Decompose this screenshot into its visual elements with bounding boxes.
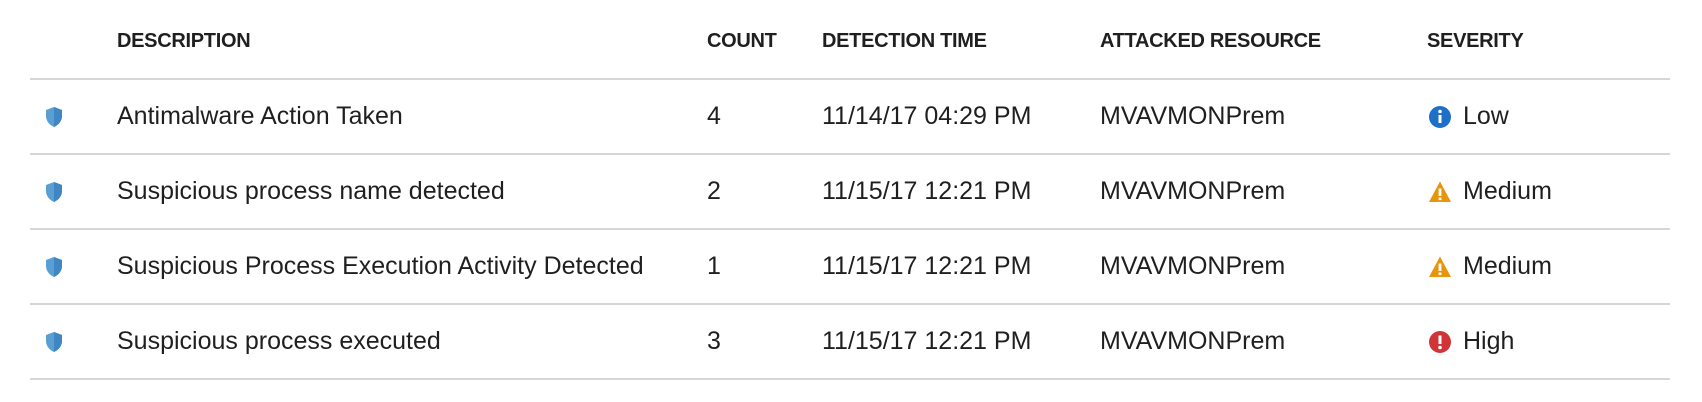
alert-detection-time: 11/15/17 12:21 PM bbox=[822, 177, 1032, 205]
table-row[interactable]: Suspicious Process Execution Activity De… bbox=[30, 230, 1670, 305]
column-header-attacked-resource[interactable]: ATTACKED RESOURCE bbox=[1100, 0, 1321, 78]
table-header: DESCRIPTION COUNT DETECTION TIME ATTACKE… bbox=[30, 0, 1670, 80]
alerts-table: DESCRIPTION COUNT DETECTION TIME ATTACKE… bbox=[30, 0, 1670, 380]
alert-attacked-resource: MVAVMONPrem bbox=[1100, 252, 1286, 280]
shield-icon bbox=[45, 230, 73, 303]
alert-detection-time: 11/14/17 04:29 PM bbox=[822, 102, 1032, 130]
warning-icon bbox=[1427, 254, 1453, 280]
alert-attacked-resource: MVAVMONPrem bbox=[1100, 177, 1286, 205]
alert-attacked-resource: MVAVMONPrem bbox=[1100, 102, 1286, 130]
alert-description: Suspicious Process Execution Activity De… bbox=[117, 252, 644, 280]
error-icon bbox=[1427, 329, 1453, 355]
severity-label: Medium bbox=[1463, 252, 1552, 280]
alert-description: Suspicious process name detected bbox=[117, 177, 505, 205]
shield-icon bbox=[45, 305, 73, 378]
table-row[interactable]: Suspicious process executed 3 11/15/17 1… bbox=[30, 305, 1670, 380]
alert-description: Suspicious process executed bbox=[117, 327, 441, 355]
alert-severity: Low bbox=[1427, 80, 1509, 153]
alert-attacked-resource: MVAVMONPrem bbox=[1100, 327, 1286, 355]
table-row[interactable]: Suspicious process name detected 2 11/15… bbox=[30, 155, 1670, 230]
alert-count: 4 bbox=[707, 102, 721, 130]
shield-icon bbox=[45, 155, 73, 228]
severity-label: High bbox=[1463, 327, 1515, 355]
alert-count: 2 bbox=[707, 177, 721, 205]
alert-count: 3 bbox=[707, 327, 721, 355]
alert-detection-time: 11/15/17 12:21 PM bbox=[822, 327, 1032, 355]
info-icon bbox=[1427, 104, 1453, 130]
alert-detection-time: 11/15/17 12:21 PM bbox=[822, 252, 1032, 280]
severity-label: Low bbox=[1463, 102, 1509, 130]
column-header-count[interactable]: COUNT bbox=[707, 0, 777, 78]
alert-description: Antimalware Action Taken bbox=[117, 102, 403, 130]
alert-count: 1 bbox=[707, 252, 721, 280]
alert-severity: Medium bbox=[1427, 230, 1552, 303]
table-row[interactable]: Antimalware Action Taken 4 11/14/17 04:2… bbox=[30, 80, 1670, 155]
column-header-severity[interactable]: SEVERITY bbox=[1427, 0, 1524, 78]
alert-severity: Medium bbox=[1427, 155, 1552, 228]
shield-icon bbox=[45, 80, 73, 153]
warning-icon bbox=[1427, 179, 1453, 205]
severity-label: Medium bbox=[1463, 177, 1552, 205]
column-header-description[interactable]: DESCRIPTION bbox=[117, 0, 251, 78]
column-header-detection-time[interactable]: DETECTION TIME bbox=[822, 0, 987, 78]
alert-severity: High bbox=[1427, 305, 1514, 378]
